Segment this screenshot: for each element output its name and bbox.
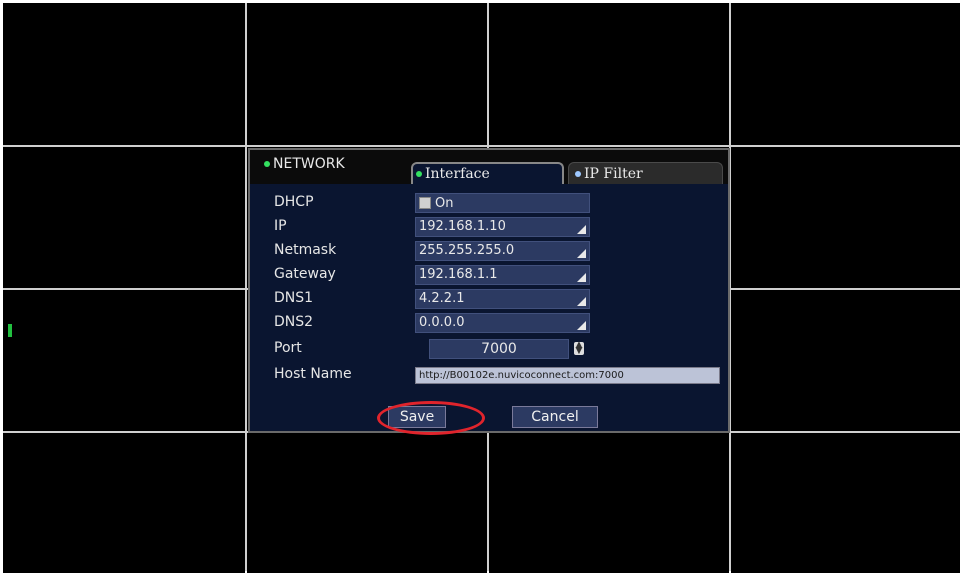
gateway-label: Gateway	[274, 266, 336, 282]
ip-field[interactable]: 192.168.1.10	[415, 217, 590, 237]
camera-tile-4[interactable]	[731, 3, 960, 145]
camera-tile-15[interactable]	[489, 433, 729, 573]
green-dot-icon	[416, 171, 422, 177]
camera-tile-5[interactable]	[3, 147, 245, 288]
netmask-label: Netmask	[274, 242, 337, 258]
status-indicator-mark	[8, 324, 12, 337]
port-value[interactable]: 7000	[429, 339, 569, 359]
port-label: Port	[274, 340, 302, 356]
dns1-field[interactable]: 4.2.2.1	[415, 289, 590, 309]
dialog-title: NETWORK	[264, 156, 345, 172]
dns2-field[interactable]: 0.0.0.0	[415, 313, 590, 333]
blue-dot-icon	[575, 170, 581, 177]
camera-tile-1[interactable]	[3, 3, 245, 145]
tab-ip-filter-label: IP Filter	[584, 165, 643, 182]
corner-arrow-icon	[577, 249, 586, 258]
gateway-field[interactable]: 192.168.1.1	[415, 265, 590, 285]
dialog-title-text: NETWORK	[273, 156, 345, 172]
port-stepper[interactable]: 7000 ▲ ▼	[415, 339, 590, 359]
dns1-value: 4.2.2.1	[419, 291, 465, 306]
host-name-value: http://B00102e.nuvicoconnect.com:7000	[419, 370, 624, 381]
highlight-circle	[377, 401, 485, 435]
gateway-value: 192.168.1.1	[419, 267, 498, 282]
dhcp-label: DHCP	[274, 194, 314, 210]
corner-arrow-icon	[577, 321, 586, 330]
dialog-header: NETWORK Interface IP Filter	[250, 150, 728, 184]
green-dot-icon	[264, 161, 270, 167]
spinner-arrows-icon[interactable]: ▲ ▼	[574, 341, 584, 356]
dns1-label: DNS1	[274, 290, 314, 306]
camera-tile-2[interactable]	[247, 3, 487, 145]
corner-arrow-icon	[577, 297, 586, 306]
host-name-label: Host Name	[274, 366, 352, 382]
dhcp-checkbox[interactable]: On	[415, 193, 590, 213]
checkbox-icon	[419, 197, 431, 209]
netmask-value: 255.255.255.0	[419, 243, 515, 258]
dns2-label: DNS2	[274, 314, 314, 330]
camera-tile-9[interactable]	[3, 290, 245, 431]
network-dialog: NETWORK Interface IP Filter DHCP On IP 1…	[248, 148, 730, 435]
camera-tile-16[interactable]	[731, 433, 960, 573]
dns2-value: 0.0.0.0	[419, 315, 465, 330]
camera-tile-13[interactable]	[3, 433, 245, 573]
ip-value: 192.168.1.10	[419, 219, 506, 234]
cancel-button[interactable]: Cancel	[512, 406, 598, 428]
tab-interface-label: Interface	[425, 166, 490, 182]
host-name-field[interactable]: http://B00102e.nuvicoconnect.com:7000	[415, 367, 720, 384]
netmask-field[interactable]: 255.255.255.0	[415, 241, 590, 261]
corner-arrow-icon	[577, 273, 586, 282]
corner-arrow-icon	[577, 225, 586, 234]
camera-tile-3[interactable]	[489, 3, 729, 145]
camera-tile-8[interactable]	[731, 147, 960, 288]
tab-interface[interactable]: Interface	[411, 162, 564, 184]
camera-tile-12[interactable]	[731, 290, 960, 431]
ip-label: IP	[274, 218, 287, 234]
camera-tile-14[interactable]	[247, 433, 487, 573]
tab-ip-filter[interactable]: IP Filter	[568, 162, 723, 184]
dhcp-value: On	[435, 195, 454, 211]
